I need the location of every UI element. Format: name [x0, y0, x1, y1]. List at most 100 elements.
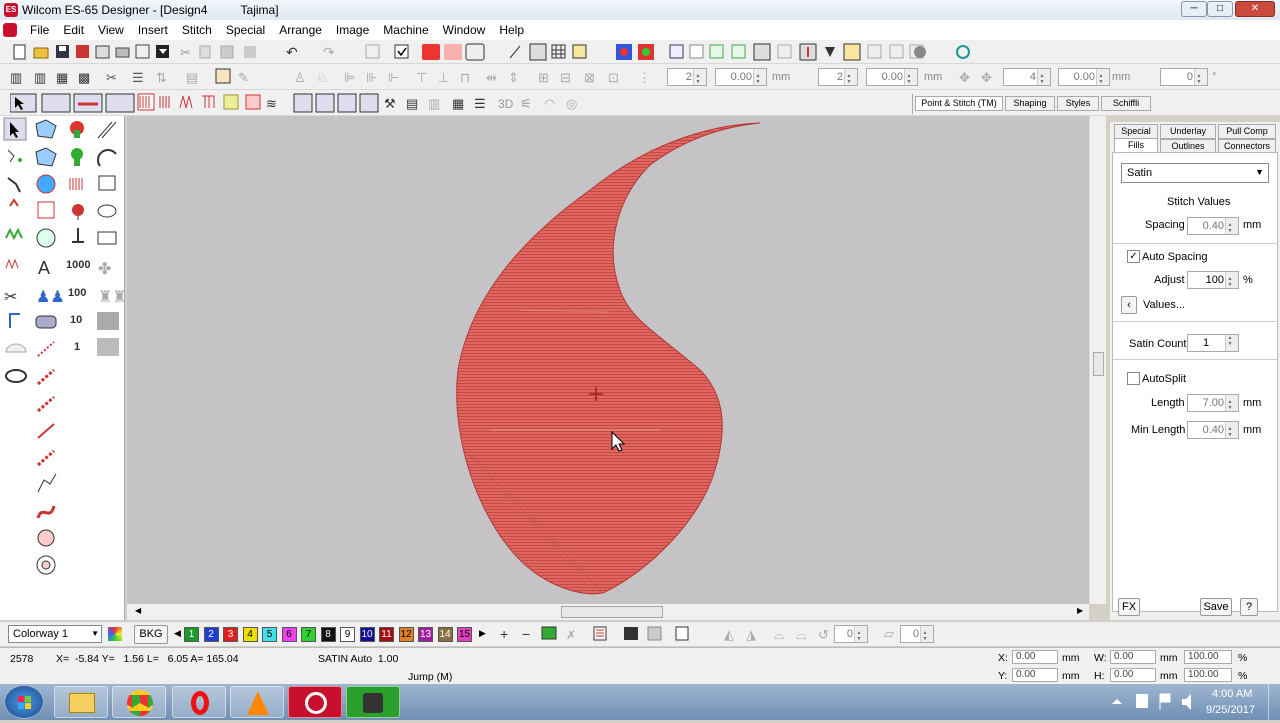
background-button[interactable]: BKG — [134, 625, 168, 644]
menu-help[interactable]: Help — [492, 23, 531, 37]
show-stitch-icon[interactable] — [529, 43, 547, 61]
thread-swatch-8[interactable]: 8 — [320, 627, 336, 642]
bottle-icon[interactable]: ♜♜ — [98, 289, 127, 306]
stitch-red-icon[interactable] — [422, 44, 440, 60]
menu-stitch[interactable]: Stitch — [175, 23, 219, 37]
mirror-icon[interactable] — [777, 44, 792, 59]
tab-fills[interactable]: Fills — [1114, 138, 1158, 153]
auto-spacing-checkbox[interactable]: ✓ — [1127, 250, 1140, 263]
minimize-button[interactable]: ─ — [1181, 1, 1207, 17]
thread-swatch-11[interactable]: 11 — [379, 627, 394, 642]
rays-icon[interactable]: ⚟ — [520, 96, 532, 111]
min-length-field[interactable]: 0.40 — [1187, 421, 1239, 439]
outline-icon[interactable] — [465, 43, 485, 61]
flower-alt-icon[interactable] — [71, 148, 83, 166]
paste-icon[interactable] — [220, 45, 234, 59]
offset-field[interactable]: 0.00 — [715, 68, 767, 86]
distribute-icon[interactable]: ⇹ — [486, 70, 497, 85]
fx-button[interactable]: FX — [1118, 598, 1140, 616]
net-fill-icon[interactable] — [245, 94, 261, 110]
zigzag-small-icon[interactable] — [5, 258, 19, 270]
save-icon[interactable] — [56, 45, 69, 58]
triple-run-icon[interactable] — [37, 395, 55, 413]
space-v-icon[interactable]: ⊡ — [608, 70, 619, 85]
stitch-edit-icon[interactable] — [9, 198, 19, 207]
color-palette-icon[interactable] — [616, 44, 632, 60]
height-field[interactable]: 0.00 — [1110, 668, 1156, 682]
grid-icon[interactable] — [551, 44, 566, 59]
thread-swatch-13[interactable]: 13 — [418, 627, 433, 642]
thread-swatch-9[interactable]: 9 — [340, 627, 355, 642]
print-preview-icon[interactable] — [95, 45, 110, 59]
column-tool-icon[interactable] — [73, 93, 103, 113]
delete-icon[interactable] — [244, 46, 256, 58]
save-as-icon[interactable] — [76, 45, 89, 58]
thread-chart-icon[interactable] — [541, 626, 557, 640]
rotate-angle-field[interactable]: 0 — [834, 625, 868, 643]
slow-redraw-icon[interactable] — [709, 44, 724, 59]
satin-tool-icon[interactable] — [105, 93, 135, 113]
color-notes-icon[interactable] — [675, 626, 689, 641]
menu-arrange[interactable]: Arrange — [272, 23, 329, 37]
dotted-line-icon[interactable] — [37, 341, 55, 357]
color-grid-icon[interactable] — [108, 627, 122, 641]
menu-edit[interactable]: Edit — [56, 23, 91, 37]
hatch-lines-icon[interactable] — [97, 121, 117, 139]
group-icon[interactable] — [867, 44, 882, 59]
angle-field[interactable]: 0 — [1160, 68, 1208, 86]
flag-icon[interactable] — [1159, 693, 1171, 710]
space-icon[interactable]: ⊠ — [584, 70, 595, 85]
tab-underlay[interactable]: Underlay — [1160, 124, 1216, 139]
tab-special[interactable]: Special — [1114, 124, 1158, 139]
3d-icon[interactable]: 3D — [498, 97, 514, 111]
colorway-select[interactable]: Colorway 1 ▼ — [8, 625, 102, 643]
mirror-h-icon[interactable]: ◭ — [724, 627, 734, 642]
autosplit-checkbox[interactable] — [1127, 372, 1140, 385]
skew-icon[interactable]: ▱ — [884, 626, 894, 642]
runs-icon[interactable]: ⇅ — [156, 70, 167, 85]
point-edit-icon[interactable] — [7, 149, 22, 163]
measure-icon[interactable] — [753, 43, 771, 61]
knife-icon[interactable] — [7, 177, 21, 193]
mask-icon[interactable] — [36, 228, 56, 248]
jump-icon[interactable] — [37, 473, 57, 493]
stitch-count-10[interactable]: 10 — [70, 314, 82, 326]
colors-prev-icon[interactable]: ◀ — [174, 628, 181, 639]
target-icon[interactable] — [36, 555, 56, 575]
shell-icon[interactable] — [5, 343, 27, 353]
arc-icon[interactable] — [97, 149, 117, 167]
motif-fill-icon[interactable]: ⚒ — [384, 96, 396, 111]
travel-icon[interactable] — [731, 44, 746, 59]
needle-icon[interactable] — [509, 45, 521, 59]
menu-insert[interactable]: Insert — [131, 23, 175, 37]
puzzle-icon[interactable]: ✤ — [98, 261, 111, 278]
thread-swatch-4[interactable]: 4 — [242, 627, 258, 642]
curve-icon[interactable]: ◠ — [544, 96, 555, 111]
align-right-icon[interactable]: ⊩ — [388, 70, 399, 85]
width-field[interactable]: 0.00 — [1110, 650, 1156, 664]
app-menu-icon[interactable] — [3, 23, 17, 37]
branch-icon[interactable] — [37, 201, 55, 219]
show-hidden-icons[interactable] — [1112, 699, 1122, 704]
flower-icon[interactable] — [70, 121, 84, 138]
tab-pull-comp[interactable]: Pull Comp — [1218, 124, 1276, 139]
people-icon[interactable]: ♟♟ — [36, 289, 65, 306]
tatami-icon[interactable] — [202, 95, 215, 108]
colors-next-icon[interactable]: ▶ — [479, 628, 486, 639]
vertical-scroll-thumb[interactable] — [1093, 352, 1104, 376]
ellipse-outline-icon[interactable] — [5, 369, 27, 383]
weight-icon[interactable]: ♙ — [294, 70, 306, 85]
rotate-right-icon[interactable]: ⌓ — [796, 627, 806, 642]
step-fill-icon[interactable] — [293, 93, 313, 113]
thread-chart-off-icon[interactable]: ✗ — [566, 628, 576, 642]
backstitch-icon[interactable] — [37, 449, 55, 467]
remove-color-icon[interactable]: − — [522, 626, 530, 642]
thread-swatch-15[interactable]: 15 — [457, 627, 472, 642]
vertical-scrollbar[interactable] — [1089, 116, 1106, 604]
thread-swatch-12[interactable]: 12 — [398, 627, 414, 642]
radial-fill-icon[interactable] — [315, 93, 335, 113]
refresh-icon[interactable] — [956, 45, 970, 59]
scissors-tool-icon[interactable]: ✂ — [4, 289, 17, 306]
length-field[interactable]: 7.00 — [1187, 394, 1239, 412]
redo-icon[interactable]: ↷ — [323, 44, 335, 60]
